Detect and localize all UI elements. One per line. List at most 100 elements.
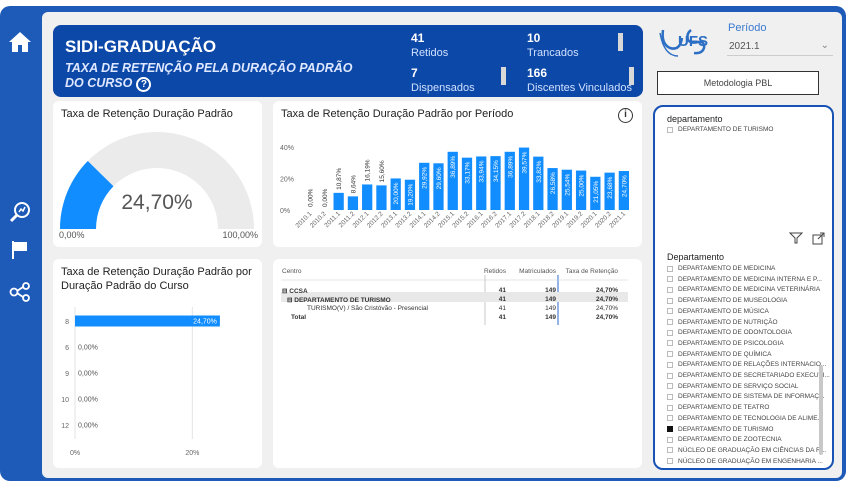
periodo-dropdown[interactable]: 2021.1 ⌄ — [727, 38, 833, 56]
x-tick-label: 0% — [70, 450, 80, 457]
x-tick-label: 20% — [185, 450, 199, 457]
checkbox[interactable] — [667, 286, 673, 293]
dept-list-item[interactable]: DEPARTAMENTO DE ZOOTECNIA — [667, 436, 782, 443]
help-icon[interactable]: ? — [136, 77, 152, 92]
dept-list-item[interactable]: DEPARTAMENTO DE MÚSICA — [667, 308, 769, 315]
bar-data-label: 16,19% — [365, 159, 372, 181]
checkbox[interactable] — [667, 319, 673, 325]
kpi-retidos-label: Retidos — [411, 47, 449, 59]
checkbox[interactable] — [667, 329, 673, 336]
dept-item-label: DEPARTAMENTO DE QUÍMICA — [678, 350, 772, 358]
dept-list-item[interactable]: DEPARTAMENTO DE ODONTOLOGIA — [667, 329, 792, 336]
period-chart-card: Taxa de Retenção Duração Padrão por Perí… — [273, 101, 642, 247]
expand-icon[interactable] — [812, 232, 825, 245]
dept-top-item[interactable]: DEPARTAMENTO DE TURISMO — [667, 126, 773, 133]
checkbox[interactable] — [667, 265, 673, 272]
bar-data-label: 25,00% — [579, 174, 586, 196]
checkbox[interactable] — [667, 447, 673, 454]
kpi-dispensados-label: Dispensados — [411, 82, 475, 94]
dept-item-label: NÚCLEO DE GRADUAÇÃO EM ENGENHARIA ... — [678, 457, 823, 465]
bar-data-label: 15,60% — [379, 160, 386, 182]
table-row[interactable]: ⊟ CCSA 41 149 24,70% — [279, 286, 621, 295]
checkbox[interactable] — [667, 372, 673, 379]
kpi-bar — [629, 67, 634, 85]
duration-bar-chart: 8 24,70% 6 0,00% 9 0,00% 10 0,00% 12 0,00% 0% 20% — [61, 307, 220, 457]
col-matriculados[interactable]: Matriculados — [509, 267, 559, 276]
dept-list-item[interactable]: DEPARTAMENTO DE RELAÇÕES INTERNACIO... — [667, 361, 826, 368]
share-nodes-icon[interactable] — [8, 280, 32, 304]
kpi-trancados-label: Trancados — [527, 47, 579, 59]
dept-item-label: DEPARTAMENTO DE RELAÇÕES INTERNACIO... — [678, 361, 827, 369]
expand-icon[interactable]: ⊟ — [287, 297, 292, 304]
dept-list-item[interactable]: DEPARTAMENTO DE MEDICINA VETERINÁRIA — [667, 286, 820, 293]
dept-list-item[interactable]: NÚCLEO DE GRADUAÇÃO EM ENGENHARIA ... — [667, 458, 823, 465]
bar-data-label: 36,89% — [507, 156, 514, 178]
bar-data-label: 36,89% — [450, 156, 457, 178]
dept-list-item[interactable]: DEPARTAMENTO DE SECRETARIADO EXECUTI... — [667, 372, 830, 379]
filter-icon[interactable] — [789, 232, 803, 244]
period-bar[interactable] — [333, 192, 344, 210]
dept-item-label: DEPARTAMENTO DE MEDICINA INTERNA E P... — [678, 275, 822, 283]
dept-item-label: DEPARTAMENTO DE MÚSICA — [678, 307, 769, 315]
dept-list-item[interactable]: DEPARTAMENTO DE TURISMO — [667, 426, 773, 433]
expand-icon[interactable]: ⊟ — [282, 288, 287, 295]
period-bar-chart: 40%20%0%0,00%2010.10,00%2010.210,87%2011… — [280, 145, 630, 229]
checkbox[interactable] — [667, 404, 673, 411]
logo-text: UFS — [678, 33, 708, 50]
search-chart-icon[interactable] — [8, 200, 32, 224]
table-row[interactable]: TURISMO(V) / São Cristóvão - Presencial … — [279, 304, 621, 313]
table-row[interactable]: ⊟ DEPARTAMENTO DE TURISMO 41 149 24,70% — [279, 295, 621, 304]
period-bar[interactable] — [376, 185, 387, 210]
col-taxa[interactable]: Taxa de Retenção — [559, 267, 621, 276]
checkbox[interactable] — [667, 383, 673, 390]
dept-scrollbar[interactable] — [819, 365, 823, 455]
dept-label: Departamento — [667, 252, 725, 262]
dept-item-label: DEPARTAMENTO DE NUTRIÇÃO — [678, 318, 778, 326]
bar-data-label: 24,70% — [621, 175, 628, 197]
dept-list-item[interactable]: DEPARTAMENTO DE SISTEMA DE INFORMAÇ... — [667, 393, 825, 400]
dept-list-item[interactable]: DEPARTAMENTO DE MEDICINA INTERNA E P... — [667, 276, 822, 283]
department-filter-panel: departamento DEPARTAMENTO DE TURISMO Dep… — [653, 105, 834, 470]
dept-list-item[interactable]: DEPARTAMENTO DE MEDICINA — [667, 265, 775, 272]
dept-list-item[interactable]: NÚCLEO DE GRADUAÇÃO EM CIÊNCIAS DA R... — [667, 447, 826, 454]
col-centro[interactable]: Centro — [279, 267, 479, 276]
dept-list-item[interactable]: DEPARTAMENTO DE NUTRIÇÃO — [667, 319, 778, 326]
metodologia-button[interactable]: Metodologia PBL — [657, 71, 819, 95]
flag-icon[interactable] — [8, 238, 32, 262]
row-name: TURISMO(V) / São Cristóvão - Presencial — [307, 305, 429, 312]
checkbox[interactable] — [667, 393, 673, 400]
dept-list-item[interactable]: DEPARTAMENTO DE TEATRO — [667, 404, 769, 411]
checkbox[interactable] — [667, 415, 673, 422]
bar-data-label: 0,00% — [78, 371, 98, 378]
checkbox[interactable] — [667, 297, 673, 304]
col-retidos[interactable]: Retidos — [479, 267, 509, 276]
checkbox[interactable] — [667, 361, 673, 368]
checkbox[interactable] — [667, 436, 673, 443]
checkbox[interactable] — [667, 351, 673, 358]
bar-data-label: 33,82% — [536, 160, 543, 182]
checkbox[interactable] — [667, 458, 673, 465]
dept-item-label: DEPARTAMENTO DE MEDICINA VETERINÁRIA — [678, 286, 821, 294]
checkbox[interactable] — [667, 276, 673, 283]
period-bar[interactable] — [362, 184, 373, 210]
dept-item-label: DEPARTAMENTO DE TEATRO — [678, 404, 770, 412]
retention-table: Centro Retidos Matriculados Taxa de Rete… — [279, 267, 621, 322]
duration-chart-card: Taxa de Retenção Duração Padrão por Dura… — [53, 259, 262, 468]
home-icon[interactable] — [8, 30, 32, 54]
checkbox[interactable] — [667, 426, 673, 432]
dept-item-label: DEPARTAMENTO DE MUSEOLOGIA — [678, 297, 788, 305]
bar-data-label: 21,05% — [593, 181, 600, 203]
checkbox[interactable] — [667, 126, 673, 133]
row-matriculados: 149 — [545, 287, 556, 294]
dept-list-item[interactable]: DEPARTAMENTO DE SERVIÇO SOCIAL — [667, 383, 798, 390]
checkbox[interactable] — [667, 340, 673, 347]
dept-list-item[interactable]: DEPARTAMENTO DE TECNOLOGIA DE ALIME... — [667, 415, 823, 422]
dept-list-item[interactable]: DEPARTAMENTO DE PSICOLOGIA — [667, 340, 784, 347]
dept-list-item[interactable]: DEPARTAMENTO DE MUSEOLOGIA — [667, 297, 787, 304]
period-bar[interactable] — [347, 196, 359, 210]
dept-list-item[interactable]: DEPARTAMENTO DE QUÍMICA — [667, 351, 771, 358]
checkbox[interactable] — [667, 308, 673, 315]
bar-data-label: 20,00% — [393, 182, 400, 204]
row-taxa: 24,70% — [595, 314, 618, 321]
bar-data-label: 34,15% — [493, 160, 500, 182]
